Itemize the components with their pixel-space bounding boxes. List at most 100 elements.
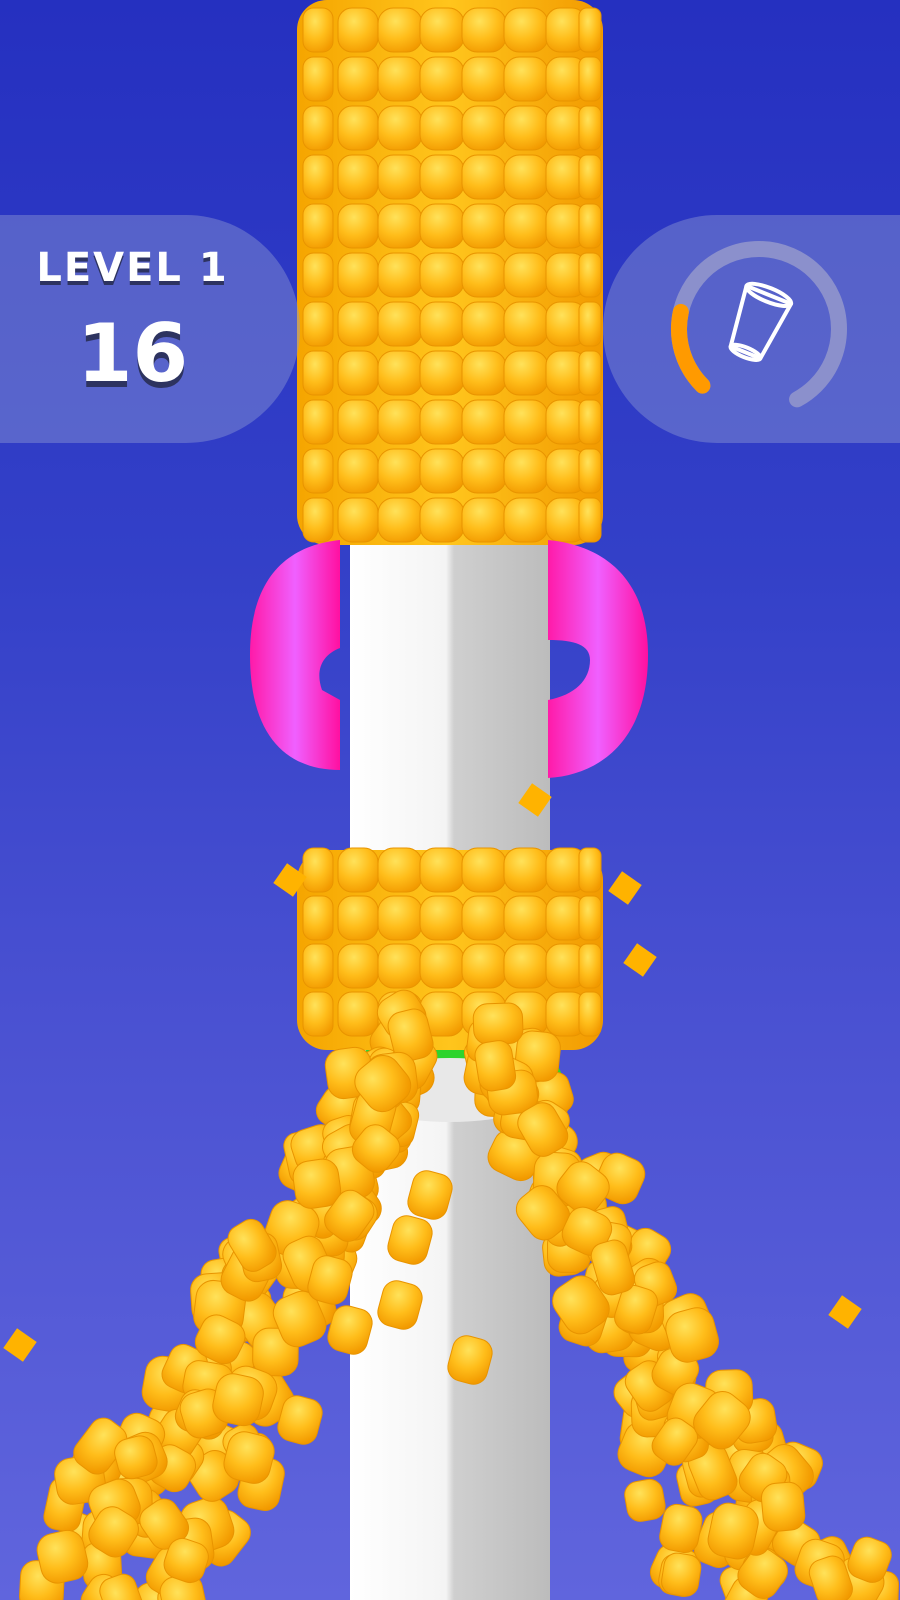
corn-kernel (461, 252, 507, 298)
corn-kernel (302, 497, 334, 543)
corn-kernel (337, 847, 379, 893)
corn-kernel (760, 1481, 806, 1532)
cup-progress-ring (671, 241, 847, 417)
corn-kernel (503, 497, 549, 543)
corn-kernel (661, 1552, 702, 1597)
corn-kernel (302, 350, 334, 396)
corn-kernel (578, 497, 602, 543)
corn-kernel (503, 203, 549, 249)
corn-kernel (503, 847, 549, 893)
corn-chunk (608, 871, 642, 905)
cup-icon (728, 281, 794, 362)
corn-kernel (302, 203, 334, 249)
corn-kernel (337, 895, 379, 941)
corn-kernel (578, 847, 602, 893)
left-blade (250, 540, 340, 770)
corn-kernel (337, 56, 379, 102)
corn-kernel (302, 154, 334, 200)
corn-kernel (461, 895, 507, 941)
corn-kernel (337, 350, 379, 396)
corn-kernel (337, 203, 379, 249)
corn-kernel (377, 943, 423, 989)
corn-kernel (302, 56, 334, 102)
right-blade (548, 540, 648, 778)
corn-kernel (624, 1478, 666, 1522)
corn-kernel (503, 56, 549, 102)
corn-kernel (302, 448, 334, 494)
corn-kernel (578, 154, 602, 200)
corn-kernel (419, 252, 465, 298)
corn-kernel (377, 56, 423, 102)
corn-chunk (3, 1328, 37, 1362)
corn-kernel (461, 105, 507, 151)
corn-kernel (461, 7, 507, 53)
corn-kernel (377, 448, 423, 494)
corn-kernel (419, 154, 465, 200)
corn-kernel (302, 399, 334, 445)
corn-cob-upper (297, 0, 603, 545)
corn-kernel (419, 350, 465, 396)
corn-kernel (419, 847, 465, 893)
corn-kernel (377, 847, 423, 893)
corn-kernel (302, 105, 334, 151)
corn-kernel (337, 399, 379, 445)
corn-kernel (578, 56, 602, 102)
corn-kernel (337, 943, 379, 989)
corn-kernel (503, 943, 549, 989)
score-counter: 16 (76, 307, 189, 400)
corn-kernel (337, 448, 379, 494)
progress-track (671, 241, 847, 417)
corn-chunk (828, 1295, 862, 1329)
corn-kernel (419, 7, 465, 53)
corn-kernel (503, 105, 549, 151)
corn-kernel (578, 203, 602, 249)
corn-kernel (337, 497, 379, 543)
corn-kernel (377, 497, 423, 543)
corn-kernel (578, 399, 602, 445)
corn-kernel (578, 105, 602, 151)
corn-kernel (503, 252, 549, 298)
corn-kernel (578, 895, 602, 941)
corn-kernel (377, 350, 423, 396)
corn-kernel (503, 301, 549, 347)
corn-kernel (337, 105, 379, 151)
corn-kernel (377, 301, 423, 347)
corn-kernel (302, 252, 334, 298)
corn-kernel (302, 847, 334, 893)
corn-kernel (419, 301, 465, 347)
corn-kernel (302, 7, 334, 53)
corn-kernel (461, 448, 507, 494)
corn-kernel (503, 350, 549, 396)
corn-kernel (503, 7, 549, 53)
corn-kernel (419, 56, 465, 102)
corn-chunk (623, 943, 657, 977)
corn-kernel (377, 7, 423, 53)
corn-kernel (377, 105, 423, 151)
corn-kernel (337, 154, 379, 200)
corn-kernel (503, 399, 549, 445)
corn-kernel (302, 943, 334, 989)
corn-kernel (461, 399, 507, 445)
corn-kernel (337, 252, 379, 298)
corn-kernel (337, 7, 379, 53)
corn-kernel (461, 350, 507, 396)
corn-kernel (377, 203, 423, 249)
corn-kernel (503, 895, 549, 941)
corn-kernel (578, 448, 602, 494)
cup-progress-panel (603, 215, 900, 443)
progress-fill (671, 241, 847, 417)
corn-kernel (461, 203, 507, 249)
corn-kernel (302, 991, 334, 1037)
corn-kernel (472, 1002, 524, 1045)
corn-kernel (419, 399, 465, 445)
corn-kernel (461, 56, 507, 102)
corn-kernel (337, 301, 379, 347)
corn-kernel (377, 399, 423, 445)
corn-kernel (419, 943, 465, 989)
corn-kernel (503, 448, 549, 494)
corn-cob-lower (297, 847, 603, 1050)
corn-kernel (302, 301, 334, 347)
corn-kernel (377, 252, 423, 298)
corn-kernel (578, 943, 602, 989)
level-label: LEVEL 1 (36, 245, 229, 291)
